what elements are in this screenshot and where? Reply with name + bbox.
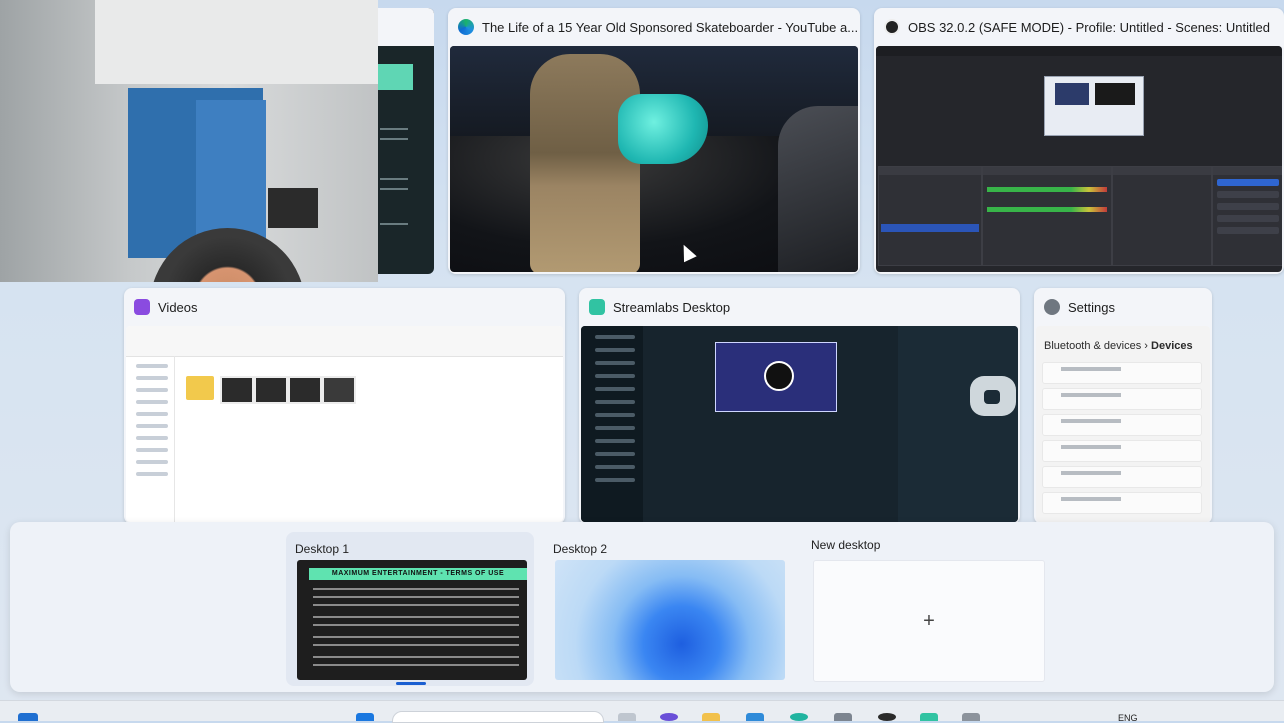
window-preview [581,326,1018,522]
desktop-2-preview [555,560,785,680]
desktop-1[interactable]: Desktop 1 MAXIMUM ENTERTAINMENT - TERMS … [286,532,534,686]
edge-icon [458,19,474,35]
new-desktop[interactable]: New desktop + [802,532,1050,686]
window-preview [126,326,563,522]
streamlabs-icon [589,299,605,315]
active-desktop-indicator [396,682,426,685]
language-indicator[interactable]: ENG [1118,713,1138,723]
virtual-desktops-bar: Desktop 1 MAXIMUM ENTERTAINMENT - TERMS … [10,522,1274,692]
search-input[interactable] [392,711,604,723]
video-folder-icon [134,299,150,315]
taskbar: ENG [0,700,1284,723]
window-title: Settings [1068,299,1115,315]
desktop-1-preview: MAXIMUM ENTERTAINMENT - TERMS OF USE [297,560,527,680]
mouse-cursor-icon [677,241,697,263]
window-settings[interactable]: Settings Bluetooth & devices › Devices [1034,288,1212,524]
window-title: Streamlabs Desktop [613,299,731,315]
window-title: Videos [158,299,198,315]
window-videos[interactable]: Videos [124,288,565,524]
partial-window-left[interactable] [378,8,434,274]
settings-breadcrumb: Bluetooth & devices › Devices [1044,340,1193,352]
gear-icon [1044,299,1060,315]
plus-icon: + [923,609,935,632]
window-title: OBS 32.0.2 (SAFE MODE) - Profile: Untitl… [908,19,1270,35]
desktop-2[interactable]: Desktop 2 [544,532,792,686]
window-streamlabs[interactable]: Streamlabs Desktop [579,288,1020,524]
webcam-overlay [0,0,378,282]
window-preview [876,46,1282,272]
window-obs[interactable]: OBS 32.0.2 (SAFE MODE) - Profile: Untitl… [874,8,1284,274]
obs-icon [884,19,900,35]
window-preview [450,46,858,272]
window-title: The Life of a 15 Year Old Sponsored Skat… [482,19,859,35]
window-youtube[interactable]: The Life of a 15 Year Old Sponsored Skat… [448,8,860,274]
window-preview: Bluetooth & devices › Devices [1036,326,1210,522]
